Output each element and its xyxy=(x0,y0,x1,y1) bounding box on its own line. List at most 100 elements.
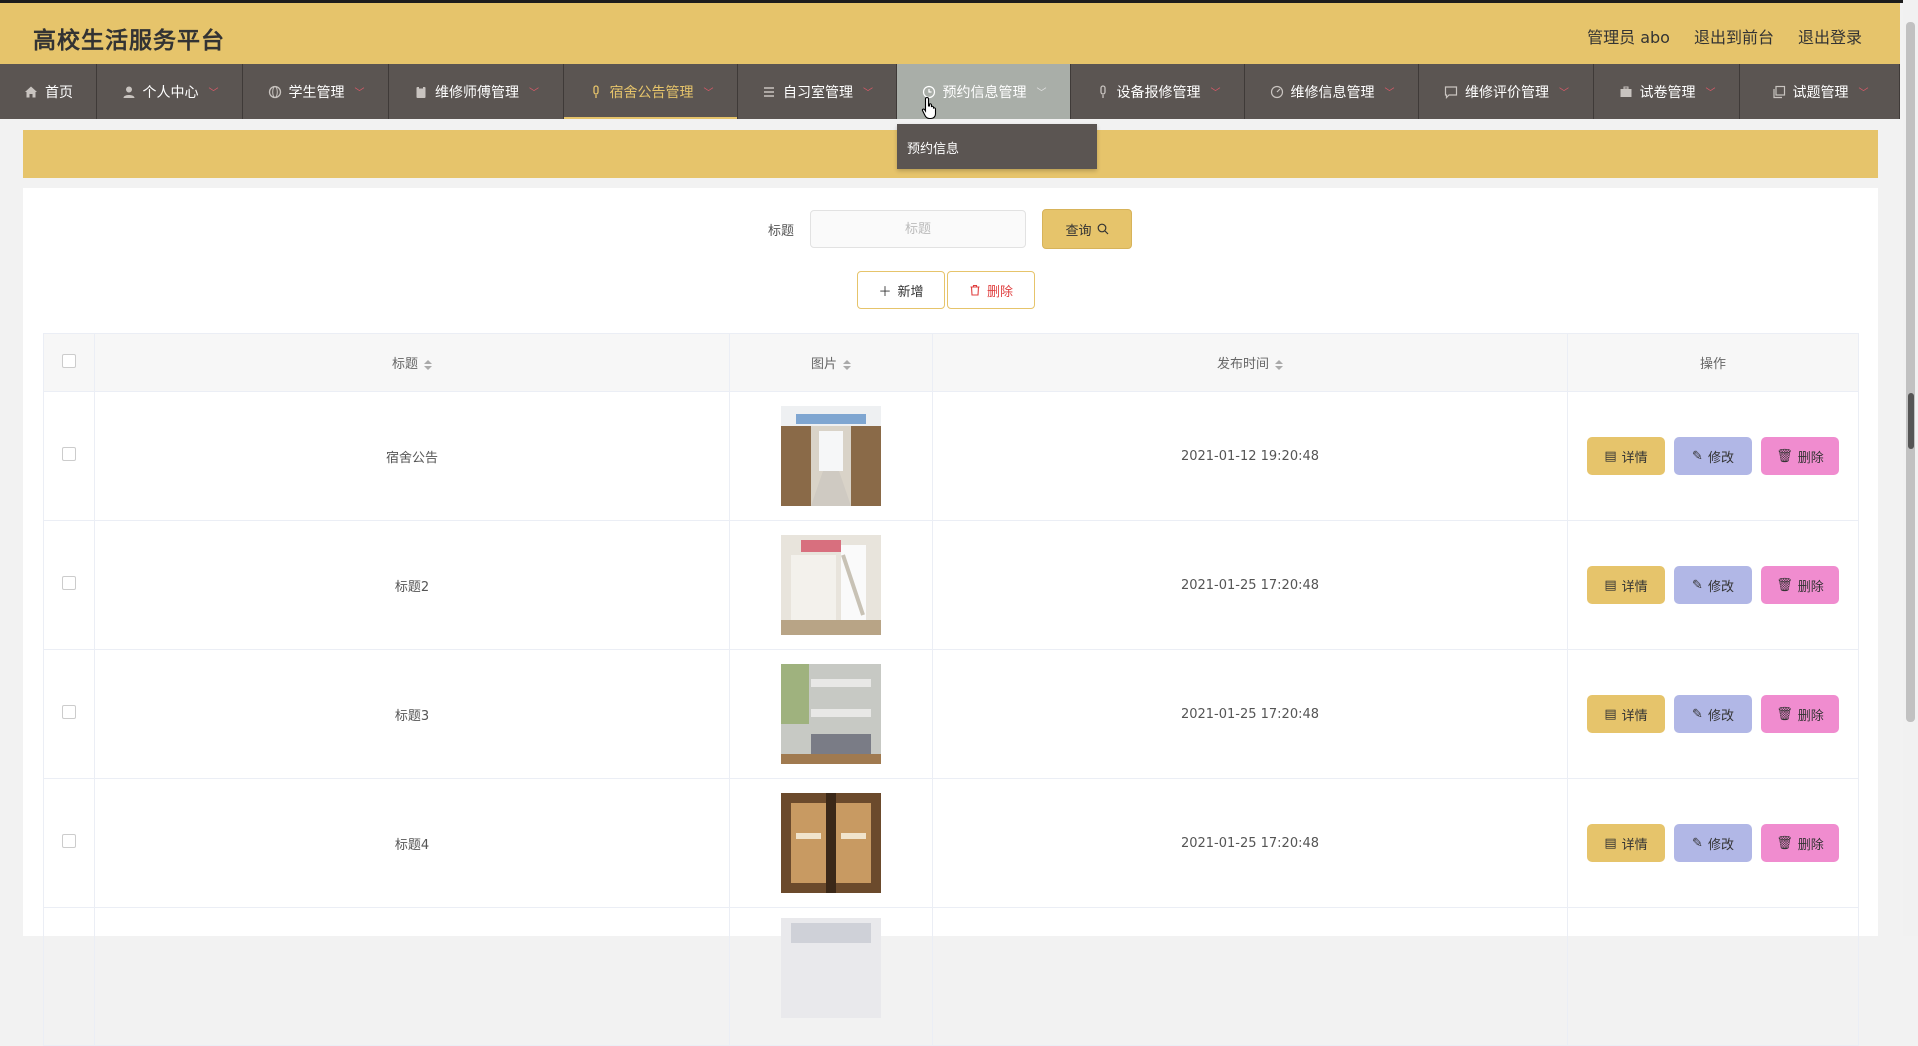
dropdown-item-reservation-info[interactable]: 预约信息 xyxy=(907,142,959,157)
detail-button[interactable]: ▤ 详情 xyxy=(1587,437,1665,475)
logout-link[interactable]: 退出登录 xyxy=(1798,24,1862,48)
detail-button[interactable]: ▤ 详情 xyxy=(1587,695,1665,733)
nav-item-label: 预约信息管理 xyxy=(942,84,1027,101)
nav-item-label: 首页 xyxy=(45,84,73,101)
pencil-icon: ✎ xyxy=(1692,448,1703,464)
pencil-icon: ✎ xyxy=(1692,706,1703,722)
nav-item-study-room-management[interactable]: 自习室管理 ﹀ xyxy=(738,64,897,119)
nav-item-exam-paper-management[interactable]: 试卷管理 ﹀ xyxy=(1594,64,1740,119)
table-row: 宿舍公告 2021-01-12 19:20:48 ▤ 详情 ✎ 修改 🗑︎ 删除 xyxy=(43,391,1859,521)
row-checkbox[interactable] xyxy=(62,834,76,848)
document-icon: ▤ xyxy=(1604,706,1617,722)
search-icon xyxy=(1097,223,1108,235)
detail-button[interactable]: ▤ 详情 xyxy=(1587,824,1665,862)
nav-item-repairman-management[interactable]: 维修师傅管理 ﹀ xyxy=(389,64,564,119)
table-row: 标题2 2021-01-25 17:20:48 ▤ 详情 ✎ 修改 🗑︎ 删除 xyxy=(43,520,1859,650)
dorm-photo-thumbnail[interactable] xyxy=(781,406,881,506)
trash-icon: 🗑︎ xyxy=(1776,706,1793,722)
nav-item-label: 设备报修管理 xyxy=(1116,84,1201,101)
column-header-image[interactable]: 图片 xyxy=(729,333,933,392)
nav-item-student-management[interactable]: 学生管理 ﹀ xyxy=(243,64,389,119)
edit-button[interactable]: ✎ 修改 xyxy=(1674,437,1752,475)
nav-item-repair-info-management[interactable]: 维修信息管理 ﹀ xyxy=(1245,64,1419,119)
pencil-icon: ✎ xyxy=(1692,577,1703,593)
notice-table: 标题 图片 发布时间 操作 宿舍公告 2021-01-12 19:20:48 ▤… xyxy=(43,333,1859,1046)
dorm-photo-thumbnail[interactable] xyxy=(781,918,881,1018)
column-header-title[interactable]: 标题 xyxy=(94,333,730,392)
search-input[interactable] xyxy=(810,210,1027,248)
chevron-down-icon: ﹀ xyxy=(529,88,539,99)
select-all-cell xyxy=(43,333,95,392)
table-row xyxy=(43,907,1859,1046)
row-title: 宿舍公告 xyxy=(94,391,730,521)
table-header-row: 标题 图片 发布时间 操作 xyxy=(43,333,1859,392)
delete-button-label: 删除 xyxy=(986,284,1013,300)
exit-to-front-link[interactable]: 退出到前台 xyxy=(1694,24,1774,48)
nav-item-question-management[interactable]: 试题管理 ﹀ xyxy=(1740,64,1900,119)
delete-button[interactable]: 🗑︎ 删除 xyxy=(1761,437,1839,475)
nav-item-label: 学生管理 xyxy=(288,84,345,101)
briefcase-icon xyxy=(1618,84,1634,100)
nav-item-label: 自习室管理 xyxy=(783,84,853,101)
globe-icon xyxy=(267,84,283,100)
sort-icon xyxy=(843,359,851,370)
chat-icon xyxy=(1443,84,1459,100)
row-checkbox[interactable] xyxy=(62,576,76,590)
table-row: 标题4 2021-01-25 17:20:48 ▤ 详情 ✎ 修改 🗑︎ 删除 xyxy=(43,778,1859,908)
sort-icon xyxy=(424,359,432,370)
select-all-checkbox[interactable] xyxy=(62,353,76,368)
mic-icon xyxy=(1095,84,1111,100)
nav-item-personal-center[interactable]: 个人中心 ﹀ xyxy=(97,64,243,119)
app-title: 高校生活服务平台 xyxy=(33,28,225,54)
dorm-photo-thumbnail[interactable] xyxy=(781,793,881,893)
mic-icon xyxy=(588,84,604,100)
query-button[interactable]: 查询 xyxy=(1042,209,1133,249)
hand-pointer-icon xyxy=(921,96,937,120)
detail-button[interactable]: ▤ 详情 xyxy=(1587,566,1665,604)
clipboard-icon xyxy=(413,84,429,100)
query-button-label: 查询 xyxy=(1065,223,1092,239)
edit-button[interactable]: ✎ 修改 xyxy=(1674,566,1752,604)
plus-icon: ＋ xyxy=(878,284,892,300)
column-header-publish-time[interactable]: 发布时间 xyxy=(932,333,1568,392)
row-checkbox[interactable] xyxy=(62,447,76,461)
home-icon xyxy=(23,84,39,100)
row-publish-time: 2021-01-25 17:20:48 xyxy=(932,520,1568,650)
row-checkbox[interactable] xyxy=(62,705,76,719)
nav-item-home[interactable]: 首页 xyxy=(0,64,97,119)
table-row: 标题3 2021-01-25 17:20:48 ▤ 详情 ✎ 修改 🗑︎ 删除 xyxy=(43,649,1859,779)
edit-button[interactable]: ✎ 修改 xyxy=(1674,824,1752,862)
nav-item-repair-review-management[interactable]: 维修评价管理 ﹀ xyxy=(1419,64,1594,119)
gauge-icon xyxy=(1269,84,1285,100)
nav-item-equipment-repair-management[interactable]: 设备报修管理 ﹀ xyxy=(1071,64,1245,119)
nav-dropdown-reservation[interactable]: 预约信息 xyxy=(897,124,1097,169)
delete-button[interactable]: 🗑︎ 删除 xyxy=(1761,695,1839,733)
edit-button[interactable]: ✎ 修改 xyxy=(1674,695,1752,733)
document-icon: ▤ xyxy=(1604,577,1617,593)
search-label: 标题 xyxy=(768,223,795,239)
row-publish-time: 2021-01-25 17:20:48 xyxy=(932,649,1568,779)
chevron-down-icon: ﹀ xyxy=(1705,88,1716,99)
nav-item-label: 维修信息管理 xyxy=(1290,84,1375,101)
dorm-photo-thumbnail[interactable] xyxy=(781,535,881,635)
header-bar: 高校生活服务平台 管理员 abo 退出到前台 退出登录 xyxy=(0,3,1900,64)
chevron-down-icon: ﹀ xyxy=(1858,88,1869,99)
row-title: 标题3 xyxy=(94,649,730,779)
add-button[interactable]: ＋ 新增 xyxy=(857,271,945,309)
delete-button[interactable]: 🗑︎ 删除 xyxy=(1761,824,1839,862)
chevron-down-icon: ﹀ xyxy=(1384,88,1395,99)
batch-delete-button[interactable]: 删除 xyxy=(947,271,1035,309)
admin-user-label[interactable]: 管理员 abo xyxy=(1587,24,1670,48)
nav-item-label: 个人中心 xyxy=(142,84,199,101)
nav-item-dorm-notice-management[interactable]: 宿舍公告管理 ﹀ xyxy=(564,64,738,119)
toolbar: ＋ 新增 删除 xyxy=(857,271,1035,309)
trash-icon: 🗑︎ xyxy=(1776,448,1793,464)
dorm-photo-thumbnail[interactable] xyxy=(781,664,881,764)
nav-item-label: 宿舍公告管理 xyxy=(609,84,694,101)
nav-item-label: 试卷管理 xyxy=(1639,84,1696,101)
copy-icon xyxy=(1771,84,1787,100)
scrollbar-thumb[interactable] xyxy=(1906,22,1915,722)
user-icon xyxy=(121,84,137,100)
trash-icon: 🗑︎ xyxy=(1776,577,1793,593)
delete-button[interactable]: 🗑︎ 删除 xyxy=(1761,566,1839,604)
